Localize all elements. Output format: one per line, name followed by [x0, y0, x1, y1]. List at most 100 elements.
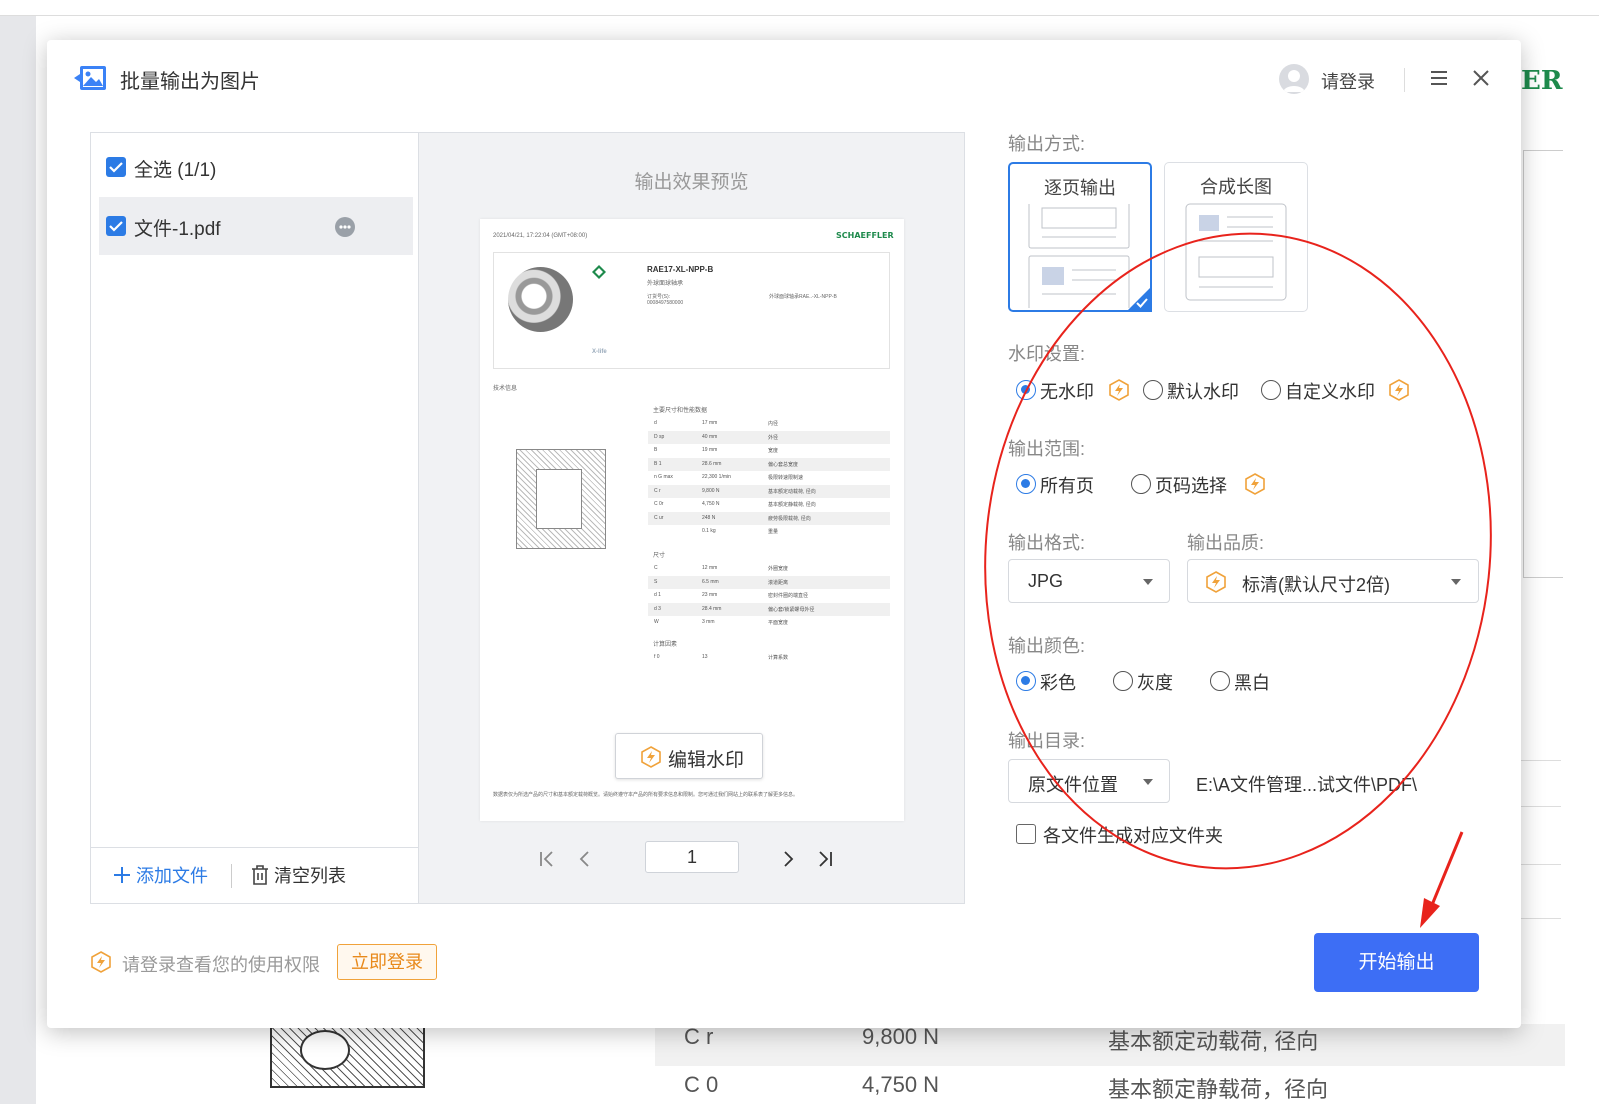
background-cell: C 0 [684, 1072, 719, 1097]
custom-watermark-label: 自定义水印 [1285, 382, 1375, 402]
pdf-table-cell: B [654, 447, 658, 453]
black-white-option-label: 黑白 [1234, 673, 1270, 693]
pdf-table-cell: 宽度 [768, 448, 779, 454]
avatar[interactable] [1279, 64, 1309, 94]
start-export-button[interactable]: 开始输出 [1314, 933, 1479, 992]
watermark-label: 水印设置: [1008, 344, 1086, 364]
color-label: 输出颜色: [1008, 636, 1086, 656]
pdf-table-cell: 12 mm [702, 565, 718, 571]
pdf-drawing-inner [536, 469, 582, 529]
clear-list-button[interactable]: 清空列表 [251, 862, 346, 888]
trash-icon [252, 865, 268, 885]
user-icon [1283, 70, 1305, 92]
page-number-input[interactable]: 1 [645, 841, 739, 873]
xlife-diamond-icon [592, 265, 606, 279]
pdf-table-cell: 内径 [768, 421, 779, 427]
vip-lightning-icon [1206, 571, 1226, 593]
format-select[interactable]: JPG [1008, 559, 1170, 603]
radio-page-select[interactable] [1131, 474, 1151, 494]
more-options-icon[interactable] [335, 217, 355, 237]
close-icon[interactable] [1469, 66, 1493, 90]
radio-black-white[interactable] [1210, 671, 1230, 691]
pdf-table-cell: 重量 [768, 529, 779, 535]
background-rule [1521, 864, 1561, 865]
radio-grayscale[interactable] [1113, 671, 1133, 691]
radio-custom-watermark[interactable] [1261, 380, 1281, 400]
pdf-table-cell: 13 [702, 654, 708, 660]
pdf-table-cell: 滚道距离 [768, 579, 789, 586]
pdf-table-cell: C 0r [654, 501, 664, 507]
pdf-table-cell: 3 mm [702, 619, 715, 625]
prev-page-icon[interactable] [575, 849, 595, 869]
dir-value: 原文件位置 [1028, 775, 1118, 795]
background-brand-text: ER [1521, 66, 1563, 96]
pdf-preview-page: 2021/04/21, 17:22:04 (GMT+08:00) SCHAEFF… [480, 219, 904, 821]
next-page-icon[interactable] [778, 849, 798, 869]
pdf-product-note: 外球面球轴承RAE..-XL-NPP-B [769, 294, 837, 300]
radio-no-watermark[interactable] [1016, 380, 1036, 400]
edit-watermark-label: 编辑水印 [668, 750, 745, 771]
pdf-brand-logo: SCHAEFFLER [836, 231, 894, 240]
pdf-table-cell: 248 N [702, 514, 716, 521]
pdf-order-number: 0008497580000 [647, 300, 684, 306]
background-rule [1521, 918, 1561, 919]
pdf-table-cell: S [654, 578, 658, 585]
pdf-section-title: 尺寸 [653, 553, 666, 559]
edit-watermark-button[interactable]: 编辑水印 [615, 733, 763, 779]
vip-lightning-icon [1389, 379, 1409, 401]
pdf-table-cell: 偏心套总宽度 [768, 461, 799, 468]
range-label: 输出范围: [1008, 439, 1086, 459]
pdf-table-row: f 0 13 计算系数 [648, 651, 890, 664]
file-checkbox[interactable] [106, 216, 126, 236]
caret-down-icon [1451, 579, 1461, 585]
pdf-table-cell: C ur [654, 514, 664, 521]
radio-color[interactable] [1016, 671, 1036, 691]
pdf-table-cell: d 1 [654, 592, 661, 598]
pager: 1 [419, 839, 964, 879]
bearing-image [508, 267, 573, 332]
vip-lightning-icon [91, 951, 111, 973]
file-list: 全选 (1/1) 文件-1.pdf 添加文件 清空列表 [91, 133, 419, 903]
pdf-table-row: 0.1 kg 重量 [648, 525, 890, 538]
pdf-table-row: d 1 23 mm 密封件圈的端直径 [648, 589, 890, 602]
pdf-table-cell: 40 mm [702, 433, 718, 440]
radio-default-watermark[interactable] [1143, 380, 1163, 400]
quality-select[interactable]: 标清(默认尺寸2倍) [1187, 559, 1479, 603]
pdf-table-cell: 基本额定静载荷, 径向 [768, 502, 816, 508]
default-watermark-label: 默认水印 [1167, 382, 1239, 402]
vip-lightning-icon [641, 746, 661, 768]
pdf-table-cell: d [654, 420, 657, 426]
first-page-icon[interactable] [537, 849, 557, 869]
login-link[interactable]: 请登录 [1321, 68, 1375, 94]
mode-label: 合成长图 [1200, 177, 1272, 197]
dialog-title: 批量输出为图片 [120, 71, 260, 93]
mode-per-page-card[interactable]: 逐页输出 [1008, 162, 1152, 312]
file-row[interactable]: 文件-1.pdf [99, 197, 413, 255]
background-cell: 基本额定静载荷，径向 [1108, 1077, 1329, 1102]
pdf-table-row: d 3 28.4 mm 偏心套/锁紧螺母外径 [648, 602, 890, 616]
login-now-button[interactable]: 立即登录 [337, 944, 437, 980]
preview-pane: 输出效果预览 2021/04/21, 17:22:04 (GMT+08:00) … [419, 133, 964, 903]
add-file-button[interactable]: 添加文件 [113, 862, 208, 888]
pdf-table-row: C r 9,800 N 基本额定动载荷, 径向 [648, 484, 890, 498]
pdf-table-cell: D sp [654, 433, 665, 440]
pdf-table-cell: 密封件圈的端直径 [768, 593, 809, 599]
output-path[interactable]: E:\A文件管理...试文件\PDF\ [1196, 771, 1417, 797]
file-name: 文件-1.pdf [134, 219, 221, 240]
per-page-thumbnail-icon [1028, 204, 1130, 308]
menu-icon[interactable] [1427, 66, 1451, 90]
pdf-table-cell: 28.4 mm [702, 605, 722, 612]
caret-down-icon [1143, 579, 1153, 585]
pdf-table-cell: C [654, 565, 658, 571]
pdf-xlife: X-life [592, 349, 607, 355]
pdf-table-row: C ur 248 N 疲劳极限载荷, 径向 [648, 511, 890, 525]
output-dir-select[interactable]: 原文件位置 [1008, 759, 1170, 803]
last-page-icon[interactable] [815, 849, 835, 869]
per-file-folder-checkbox[interactable] [1016, 824, 1036, 844]
pdf-table-row: B 19 mm 宽度 [648, 444, 890, 457]
pdf-table-cell: 23 mm [702, 592, 718, 598]
radio-all-pages[interactable] [1016, 474, 1036, 494]
select-all-checkbox[interactable] [106, 157, 126, 177]
mode-long-image-card[interactable]: 合成长图 [1164, 162, 1308, 312]
check-icon [109, 162, 123, 173]
